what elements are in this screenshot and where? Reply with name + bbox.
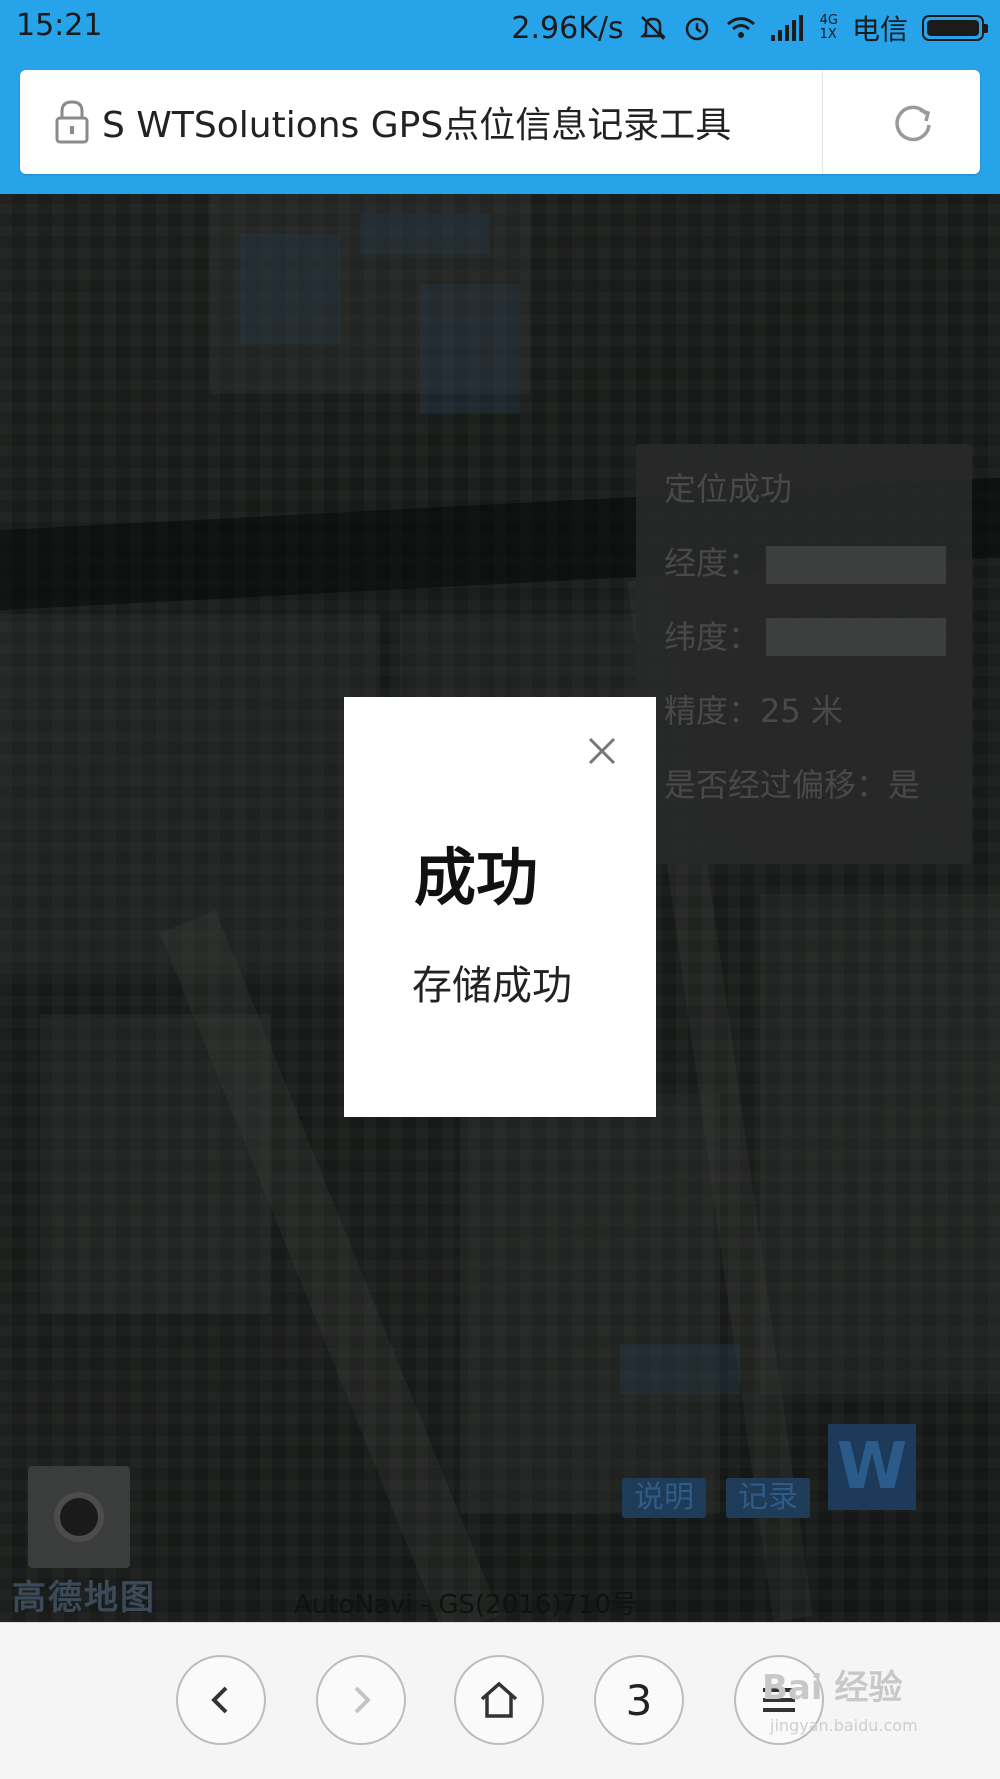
dialog-message: 存储成功 bbox=[412, 963, 572, 1009]
signal-icon bbox=[770, 15, 803, 41]
network-speed: 2.96K/s bbox=[511, 10, 624, 46]
reload-icon[interactable] bbox=[888, 98, 938, 148]
alarm-icon bbox=[685, 17, 708, 41]
mute-icon bbox=[639, 16, 666, 40]
dialog-title: 成功 bbox=[414, 841, 539, 914]
carrier-name: 电信 bbox=[851, 13, 908, 46]
status-bar: 15:21 2.96K/s 4G 1X 电信 bbox=[0, 0, 1000, 56]
amap-logo: 高德地图 bbox=[12, 1578, 156, 1618]
baidu-watermark: Bai 经验 bbox=[762, 1668, 903, 1708]
address-divider bbox=[822, 70, 823, 174]
close-icon[interactable] bbox=[586, 735, 618, 767]
home-button[interactable] bbox=[454, 1655, 544, 1745]
help-button[interactable]: 说明 bbox=[622, 1478, 706, 1518]
tabs-button[interactable]: 3 bbox=[594, 1655, 684, 1745]
back-button[interactable] bbox=[176, 1655, 266, 1745]
records-button[interactable]: 记录 bbox=[726, 1478, 810, 1518]
chevron-left-icon bbox=[211, 1686, 228, 1714]
address-bar[interactable]: S WTSolutions GPS点位信息记录工具 bbox=[20, 70, 980, 174]
status-icons: 2.96K/s 4G 1X 电信 bbox=[511, 8, 988, 48]
locate-button[interactable] bbox=[28, 1466, 130, 1568]
forward-button[interactable] bbox=[316, 1655, 406, 1745]
w-logo-icon: W bbox=[828, 1424, 916, 1510]
home-icon bbox=[480, 1681, 518, 1718]
baidu-watermark-url: jingyan.baidu.com bbox=[770, 1716, 918, 1735]
lock-icon bbox=[55, 100, 89, 144]
network-type: 4G 1X bbox=[819, 13, 838, 42]
map-copyright: AutoNavi - GS(2016)710号 bbox=[294, 1590, 638, 1620]
page-title[interactable]: S WTSolutions GPS点位信息记录工具 bbox=[102, 96, 731, 148]
tab-count: 3 bbox=[625, 1675, 653, 1725]
battery-icon bbox=[922, 15, 988, 41]
wifi-icon bbox=[726, 17, 755, 38]
browser-top-bar: 15:21 2.96K/s 4G 1X 电信 S WTSolutions GPS… bbox=[0, 0, 1000, 194]
chevron-right-icon bbox=[354, 1686, 371, 1714]
success-dialog: 成功 存储成功 bbox=[344, 697, 656, 1117]
status-time: 15:21 bbox=[16, 8, 103, 43]
